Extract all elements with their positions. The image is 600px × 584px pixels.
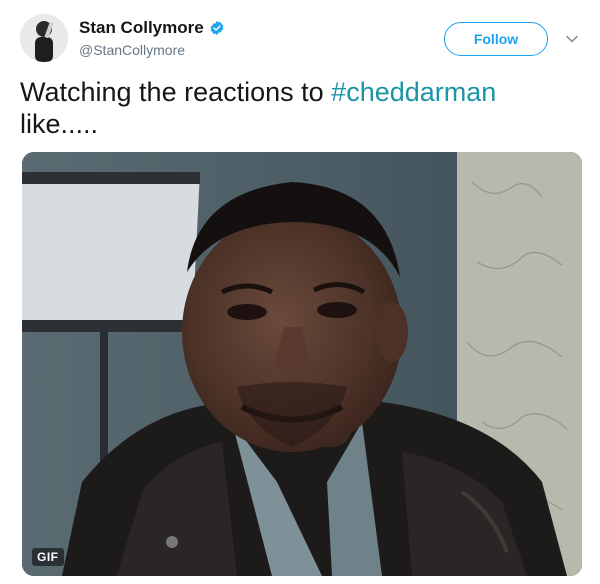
tweet-text: Watching the reactions to #cheddarman li…	[20, 76, 580, 140]
hashtag-link[interactable]: #cheddarman	[331, 77, 496, 107]
gif-frame	[22, 152, 582, 576]
chevron-down-icon[interactable]	[565, 32, 579, 46]
avatar-image	[20, 14, 68, 62]
author-handle[interactable]: @StanCollymore	[79, 42, 185, 58]
gif-badge: GIF	[32, 548, 64, 566]
author-display-name[interactable]: Stan Collymore	[79, 18, 204, 38]
avatar[interactable]	[20, 14, 68, 62]
author-name-row[interactable]: Stan Collymore	[79, 18, 225, 38]
verified-badge-icon	[210, 21, 224, 35]
tweet-media-gif[interactable]: GIF	[22, 152, 582, 576]
tweet-text-prefix: Watching the reactions to	[20, 77, 332, 107]
follow-button[interactable]: Follow	[444, 22, 548, 56]
tweet-text-suffix: like.....	[20, 109, 99, 139]
